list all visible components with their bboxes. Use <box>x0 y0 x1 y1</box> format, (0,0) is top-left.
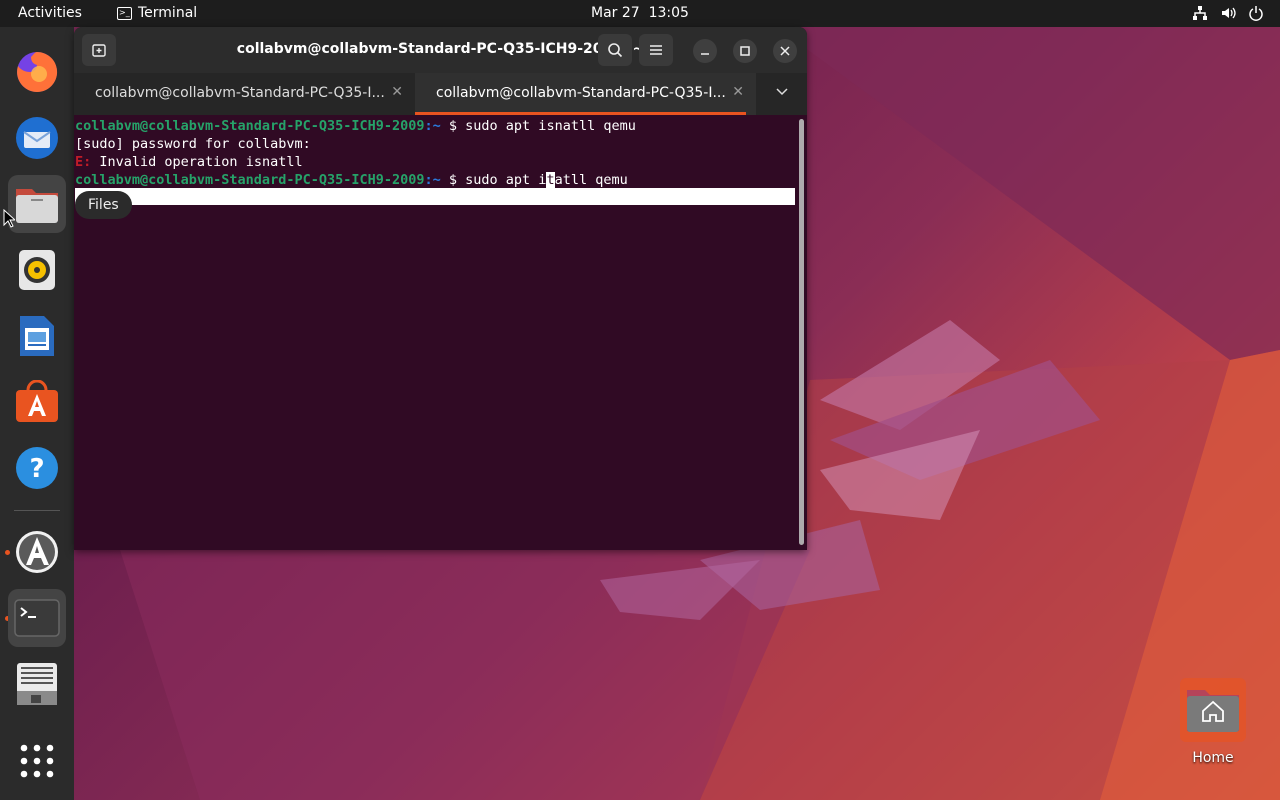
dock-files[interactable] <box>8 175 66 233</box>
terminal-line: E: Invalid operation isnatll <box>75 154 303 170</box>
software-updater-icon <box>16 531 58 573</box>
hamburger-icon <box>650 45 662 55</box>
tab-1[interactable]: collabvm@collabvm-Standard-PC-Q35-I... ✕ <box>74 73 415 115</box>
terminal-small-icon: >_ <box>117 6 132 20</box>
mouse-pointer-icon <box>3 209 15 228</box>
highlight-bar <box>75 188 795 205</box>
dock-tooltip: Files <box>75 191 132 219</box>
close-button[interactable] <box>773 39 797 63</box>
dock-firefox[interactable] <box>8 43 66 101</box>
rhythmbox-icon <box>19 250 55 290</box>
terminal-line: [sudo] password for collabvm: <box>75 136 311 152</box>
home-folder-label: Home <box>1192 750 1234 766</box>
text-editor-icon <box>17 663 57 705</box>
minimize-icon <box>701 53 709 55</box>
app-menu[interactable]: >_ Terminal <box>117 5 197 21</box>
svg-text:?: ? <box>29 454 44 484</box>
close-icon <box>780 46 790 56</box>
home-folder-icon <box>1180 678 1246 742</box>
dock-software-updater[interactable] <box>8 523 66 581</box>
tab-bar: collabvm@collabvm-Standard-PC-Q35-I... ✕… <box>74 73 807 115</box>
help-icon: ? <box>16 447 58 489</box>
maximize-button[interactable] <box>733 39 757 63</box>
terminal-icon <box>14 599 60 637</box>
dock-show-apps[interactable] <box>8 732 66 790</box>
dock-separator <box>14 510 60 511</box>
terminal-line: collabvm@collabvm-Standard-PC-Q35-ICH9-2… <box>75 118 636 134</box>
scrollbar[interactable] <box>799 119 804 545</box>
minimize-button[interactable] <box>693 39 717 63</box>
window-titlebar[interactable]: collabvm@collabvm-Standard-PC-Q35-ICH9-2… <box>74 27 807 73</box>
tab-close-icon[interactable]: ✕ <box>732 84 744 100</box>
app-menu-label: Terminal <box>138 5 198 21</box>
tab-label: collabvm@collabvm-Standard-PC-Q35-I... <box>95 85 385 101</box>
show-apps-icon <box>20 744 54 778</box>
terminal-window[interactable]: collabvm@collabvm-Standard-PC-Q35-ICH9-2… <box>74 27 807 550</box>
system-tray[interactable] <box>1192 5 1264 21</box>
dock-app-center[interactable] <box>8 373 66 431</box>
search-icon <box>608 43 623 58</box>
app-center-icon <box>16 380 58 422</box>
tab-list-chevron-down-icon[interactable] <box>776 85 788 99</box>
desktop-home-folder[interactable]: Home <box>1180 678 1246 766</box>
firefox-icon <box>17 51 58 92</box>
power-icon <box>1249 6 1263 21</box>
top-bar: Activities >_ Terminal Mar 27 13:05 <box>0 0 1280 27</box>
activities-button[interactable]: Activities <box>18 5 82 21</box>
text-cursor: t <box>546 172 555 188</box>
network-icon <box>1193 6 1207 20</box>
dock-thunderbird[interactable] <box>8 109 66 167</box>
terminal-output[interactable]: collabvm@collabvm-Standard-PC-Q35-ICH9-2… <box>74 115 807 550</box>
libreoffice-writer-icon <box>20 316 54 356</box>
dock-rhythmbox[interactable] <box>8 241 66 299</box>
tab-close-icon[interactable]: ✕ <box>391 84 403 100</box>
search-button[interactable] <box>598 34 632 66</box>
dock-libreoffice-writer[interactable] <box>8 307 66 365</box>
thunderbird-icon <box>16 117 58 159</box>
menu-button[interactable] <box>639 34 673 66</box>
maximize-icon <box>740 46 750 56</box>
new-tab-button[interactable] <box>82 34 116 66</box>
clock-time[interactable]: 13:05 <box>649 5 689 21</box>
tab-label: collabvm@collabvm-Standard-PC-Q35-I... <box>436 85 726 101</box>
dock-help[interactable]: ? <box>8 439 66 497</box>
terminal-line: collabvm@collabvm-Standard-PC-Q35-ICH9-2… <box>75 172 628 188</box>
new-tab-icon <box>92 44 106 57</box>
dock: ? <box>0 27 74 800</box>
dock-terminal[interactable] <box>8 589 66 647</box>
tab-2[interactable]: collabvm@collabvm-Standard-PC-Q35-I... ✕ <box>415 73 756 115</box>
volume-icon <box>1222 7 1236 19</box>
clock-date[interactable]: Mar 27 <box>591 5 640 21</box>
files-icon <box>16 189 58 223</box>
dock-text-editor[interactable] <box>8 655 66 713</box>
